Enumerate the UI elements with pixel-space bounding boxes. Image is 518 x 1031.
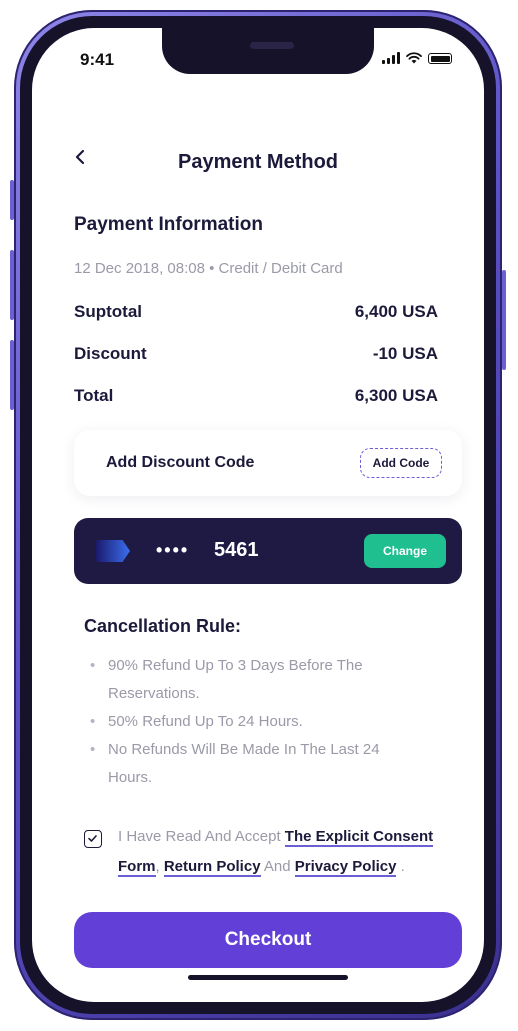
consent-checkbox[interactable] xyxy=(84,830,102,848)
rule-item: 50% Refund Up To 24 Hours. xyxy=(88,708,418,736)
notch xyxy=(162,28,374,74)
consent-separator: , xyxy=(155,858,164,875)
consent-and: And xyxy=(260,858,295,875)
payment-info-title: Payment Information xyxy=(74,214,263,235)
change-card-button[interactable]: Change xyxy=(364,534,446,568)
checkmark-icon xyxy=(88,835,97,842)
phone-bezel: 9:41 Payment Method Payment Information … xyxy=(20,16,496,1014)
discount-code-label: Add Discount Code xyxy=(106,454,255,471)
discount-value: -10 USA xyxy=(372,344,438,363)
screen: 9:41 Payment Method Payment Information … xyxy=(32,28,484,1002)
signal-icon xyxy=(382,52,400,64)
volume-down-button xyxy=(10,340,14,410)
home-indicator[interactable] xyxy=(188,975,348,980)
power-button xyxy=(502,270,506,370)
payment-meta: 12 Dec 2018, 08:08 • Credit / Debit Card xyxy=(74,260,343,277)
subtotal-label: Suptotal xyxy=(74,302,142,321)
subtotal-row: Suptotal 6,400 USA xyxy=(74,302,438,322)
card-logo-icon xyxy=(96,540,130,562)
privacy-policy-link[interactable]: Privacy Policy xyxy=(294,858,397,877)
return-policy-link[interactable]: Return Policy xyxy=(163,858,261,877)
mute-switch xyxy=(10,180,14,220)
rule-item: No Refunds Will Be Made In The Last 24 H… xyxy=(88,736,418,792)
volume-up-button xyxy=(10,250,14,320)
add-code-button[interactable]: Add Code xyxy=(360,448,442,478)
page-title: Payment Method xyxy=(177,151,339,173)
card-last4: 5461 xyxy=(214,539,259,561)
checkout-button[interactable]: Checkout xyxy=(74,912,462,968)
status-time: 9:41 xyxy=(80,50,115,69)
wifi-icon xyxy=(406,52,422,64)
status-icons xyxy=(382,52,452,64)
speaker xyxy=(250,42,294,49)
phone-frame: 9:41 Payment Method Payment Information … xyxy=(10,10,506,1020)
total-value: 6,300 USA xyxy=(354,386,438,405)
discount-label: Discount xyxy=(74,344,147,363)
consent-prefix: I Have Read And Accept xyxy=(118,828,285,845)
cancellation-title: Cancellation Rule: xyxy=(84,616,242,636)
consent-suffix: . xyxy=(396,858,405,875)
consent-text: I Have Read And Accept The Explicit Cons… xyxy=(118,822,478,882)
total-label: Total xyxy=(74,386,114,405)
total-row: Total 6,300 USA xyxy=(74,386,438,406)
payment-card: •••• 5461 Change xyxy=(74,518,462,584)
subtotal-value: 6,400 USA xyxy=(354,302,438,321)
cancellation-rules: 90% Refund Up To 3 Days Before The Reser… xyxy=(88,652,418,792)
card-mask: •••• xyxy=(156,540,190,560)
rule-item: 90% Refund Up To 3 Days Before The Reser… xyxy=(88,652,418,708)
discount-code-card: Add Discount Code Add Code xyxy=(74,430,462,496)
battery-icon xyxy=(428,53,452,64)
discount-row: Discount -10 USA xyxy=(74,344,438,364)
